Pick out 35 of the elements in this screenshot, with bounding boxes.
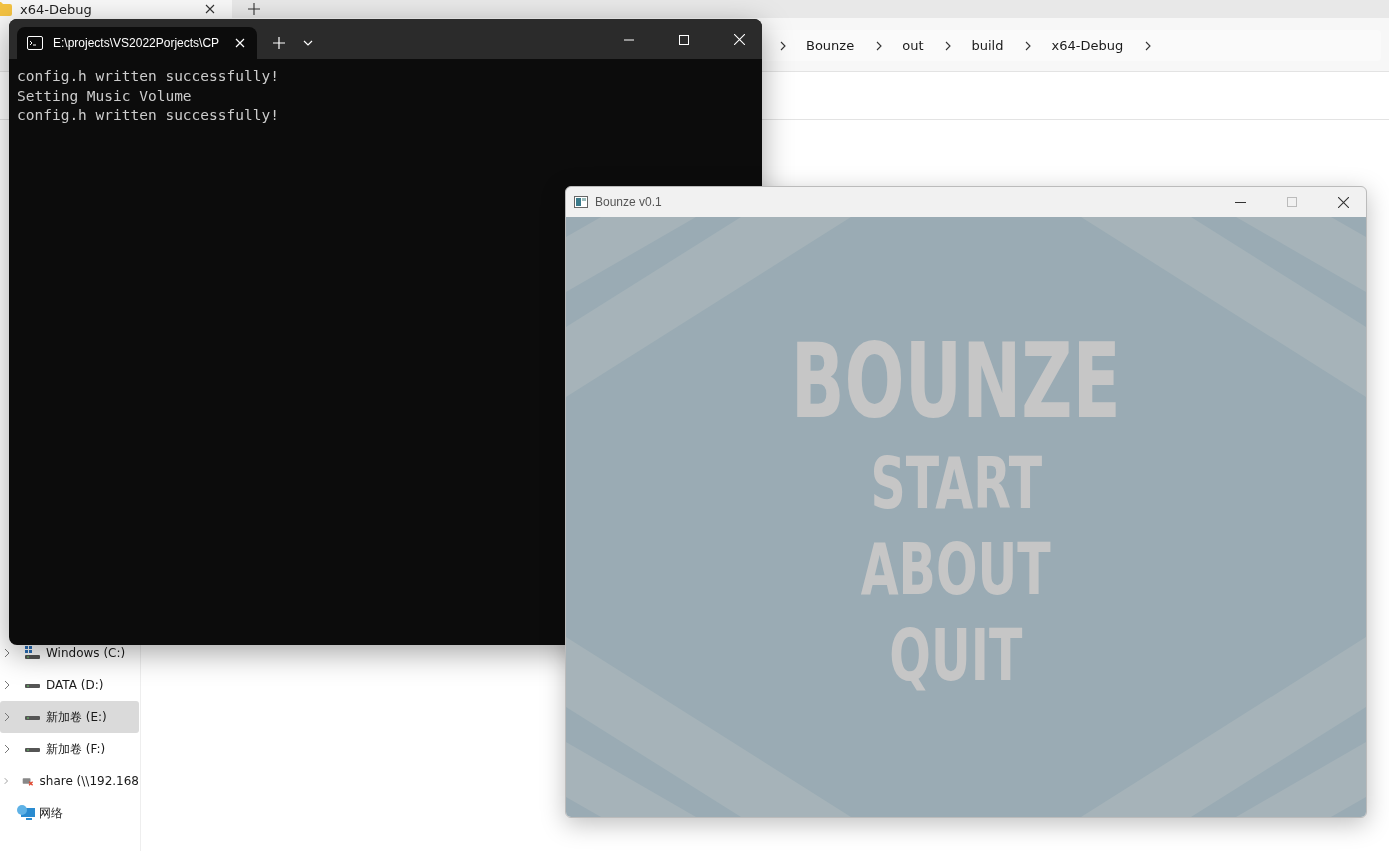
chevron-icon[interactable] xyxy=(4,712,10,722)
close-icon[interactable] xyxy=(1338,196,1349,208)
maximize-icon xyxy=(1287,197,1297,207)
terminal-tab[interactable]: E:\projects\VS2022Porjects\CP xyxy=(17,27,257,59)
chevron-icon xyxy=(780,40,786,51)
chevron-icon[interactable] xyxy=(4,744,10,754)
sidebar-item[interactable]: Windows (C:) xyxy=(0,645,139,661)
breadcrumb[interactable]: build xyxy=(971,38,1004,53)
breadcrumb[interactable]: out xyxy=(902,38,924,53)
app-icon xyxy=(574,196,588,208)
console-line: config.h written successfully! xyxy=(17,106,280,125)
close-icon[interactable] xyxy=(205,4,215,14)
sidebar-item[interactable]: 新加卷 (E:) xyxy=(0,701,139,733)
sidebar-item[interactable]: 网络 xyxy=(0,797,139,829)
window-title: Bounze v0.1 xyxy=(595,195,662,209)
breadcrumb[interactable]: Bounze xyxy=(806,38,855,53)
sidebar-item[interactable]: 新加卷 (F:) xyxy=(0,733,139,765)
drive-icon xyxy=(24,646,40,660)
chevron-icon xyxy=(1025,40,1032,51)
chevron-icon xyxy=(945,40,952,51)
chevron-icon[interactable] xyxy=(4,648,10,658)
console-line: config.h written successfully! xyxy=(17,67,280,86)
console-line: Setting Music Volume xyxy=(17,86,193,106)
new-tab-icon[interactable] xyxy=(248,3,260,15)
breadcrumb[interactable]: x64-Debug xyxy=(1051,38,1124,53)
chevron-icon xyxy=(876,40,883,51)
sidebar-item[interactable]: DATA (D:) xyxy=(0,669,139,701)
chevron-icon xyxy=(1145,40,1152,51)
network-icon xyxy=(17,805,35,821)
sidebar-item[interactable]: share (\\192.168 xyxy=(0,765,139,797)
folder-tab[interactable]: x64-Debug xyxy=(0,0,232,18)
dropdown-icon[interactable] xyxy=(303,40,313,46)
maximize-icon[interactable] xyxy=(679,35,689,45)
chevron-icon[interactable] xyxy=(4,680,10,690)
terminal-icon xyxy=(27,36,43,50)
